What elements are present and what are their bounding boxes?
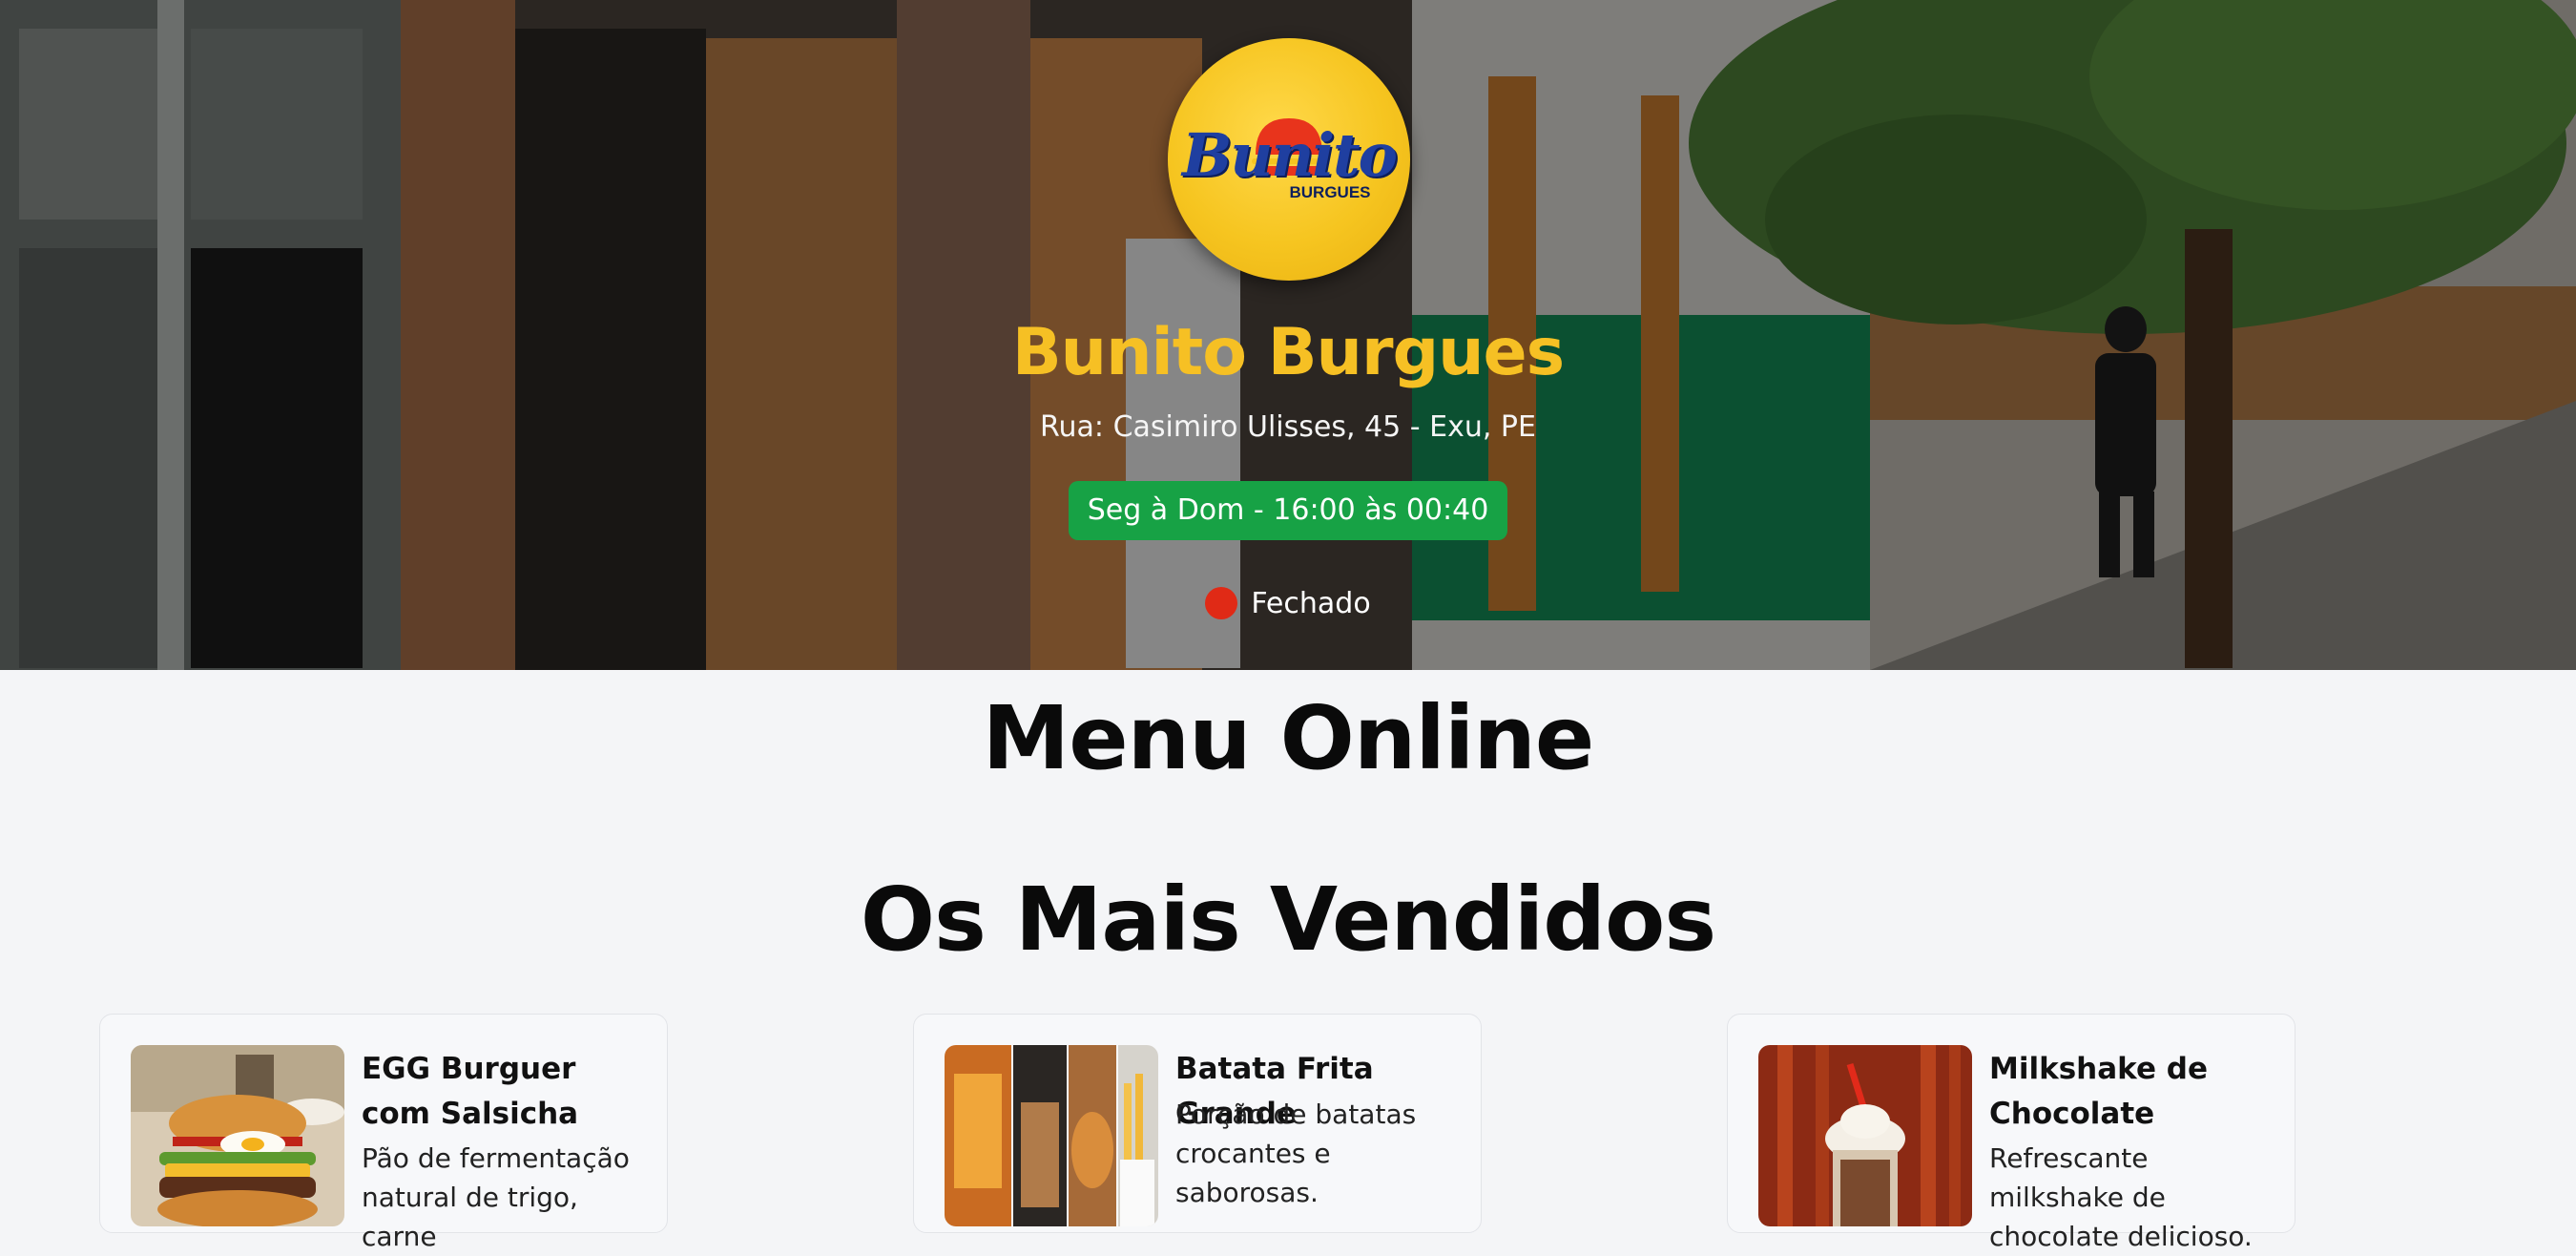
milkshake-photo-icon[interactable]	[1758, 1045, 1972, 1226]
product-description: Refrescante milkshake de chocolate delic…	[1989, 1142, 2253, 1252]
product-card[interactable]: Milkshake de Chocolate Refrescante milks…	[1727, 1014, 2296, 1252]
store-address: Rua: Casimiro Ulisses, 45 - Exu, PE	[1040, 410, 1536, 444]
logo-brand-text: Bunito	[1181, 120, 1398, 190]
fries-photo-icon[interactable]	[945, 1045, 1158, 1226]
product-card[interactable]: EGG Burguer com Salsicha Pão de fermenta…	[99, 1014, 668, 1252]
burger-photo-icon[interactable]	[131, 1045, 344, 1226]
product-name: Milkshake de Chocolate	[1989, 1052, 2208, 1131]
store-status: Fechado	[0, 582, 2576, 624]
opening-hours-badge: Seg à Dom - 16:00 às 00:40	[1069, 481, 1507, 540]
store-logo[interactable]: Bunito BURGUES	[1168, 38, 1410, 281]
product-description: Porção de batatas crocantes e saborosas.	[1175, 1099, 1417, 1208]
status-closed-icon	[1205, 587, 1238, 619]
menu-title: Menu Online	[982, 687, 1595, 789]
hero-banner: Bunito BURGUES Bunito Burgues Rua: Casim…	[0, 0, 2576, 670]
product-name: EGG Burguer com Salsicha	[362, 1052, 579, 1131]
product-card[interactable]: Batata Frita Grande Porção de batatas cr…	[913, 1014, 1482, 1233]
product-description: Pão de fermentação natural de trigo, car…	[362, 1142, 630, 1252]
logo-brand-subtext: BURGUES	[1289, 183, 1371, 201]
store-name: Bunito Burgues	[1011, 315, 1565, 390]
status-label: Fechado	[1251, 586, 1371, 620]
best-sellers-title: Os Mais Vendidos	[860, 869, 1716, 971]
